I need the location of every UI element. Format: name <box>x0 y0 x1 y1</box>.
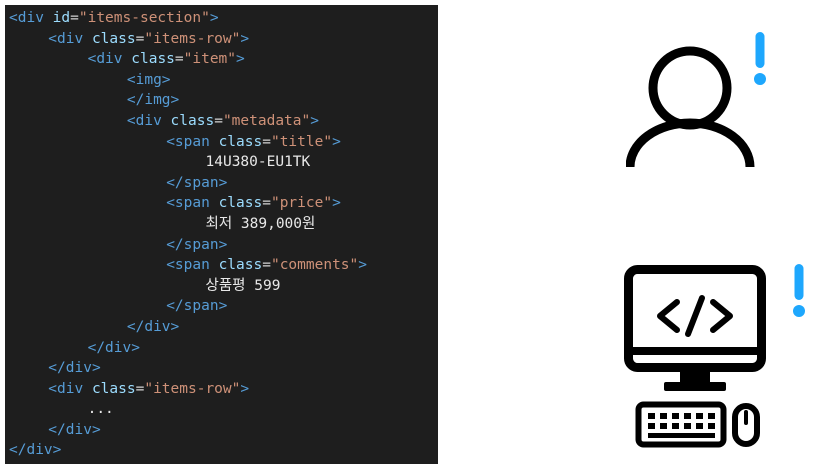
code-token-tag: <div <box>48 380 84 397</box>
computer-code-icon <box>624 265 766 448</box>
code-token-attr: class <box>91 30 136 47</box>
code-line: <div class="items-row"> <box>5 379 438 400</box>
code-panel: <div id="items-section"> <div class="item… <box>5 5 438 464</box>
code-token-tag: </img> <box>126 92 180 109</box>
code-line: <img> <box>5 70 438 91</box>
code-line: ... <box>5 399 438 420</box>
code-token-tag: > <box>240 380 250 397</box>
code-line: 상품평 599 <box>5 276 438 297</box>
code-token-pun <box>210 134 219 150</box>
code-line: <div class="items-row"> <box>5 29 438 50</box>
code-token-str: "item" <box>183 51 237 68</box>
code-token-pun <box>83 31 92 47</box>
code-token-tag: > <box>236 51 245 68</box>
code-token-tag: </span> <box>166 174 228 191</box>
code-token-tag: > <box>332 195 341 212</box>
code-token-attr: class <box>218 195 263 212</box>
code-line: </div> <box>5 420 438 441</box>
code-token-pun <box>162 113 171 129</box>
code-line: <div class="metadata"> <box>5 111 438 132</box>
code-line: </img> <box>5 90 438 111</box>
code-token-tag: </div> <box>87 339 140 356</box>
code-token-txt: 상품평 599 <box>205 277 281 294</box>
code-token-pun: = <box>262 257 271 274</box>
code-token-str: "items-row" <box>144 380 241 397</box>
code-token-tag: <span <box>166 257 210 274</box>
code-line: <div class="item"> <box>5 49 438 70</box>
code-token-attr: class <box>218 133 263 150</box>
code-token-tag: <div <box>48 30 84 47</box>
code-token-tag: </div> <box>126 318 180 335</box>
code-token-pun <box>83 381 92 397</box>
code-token-tag: <div <box>9 10 44 26</box>
code-token-txt: 최저 389,000원 <box>205 215 316 232</box>
code-token-pun <box>44 10 53 26</box>
code-token-pun: = <box>214 112 223 129</box>
code-line: </span> <box>5 173 438 194</box>
code-line: </div> <box>5 317 438 338</box>
code-token-str: "comments" <box>270 257 359 274</box>
code-token-attr: class <box>170 112 215 129</box>
code-token-pun: = <box>70 10 79 26</box>
code-token-txt: ... <box>87 401 114 418</box>
code-token-tag: > <box>332 133 341 150</box>
code-token-pun: = <box>262 195 271 212</box>
code-token-attr: id <box>52 10 71 26</box>
code-token-tag: <div <box>126 112 162 129</box>
user-icon <box>626 46 755 168</box>
code-token-str: "items-section" <box>78 10 210 26</box>
code-token-tag: </span> <box>166 236 228 253</box>
code-line: <span class="comments"> <box>5 255 438 276</box>
code-line: 최저 389,000원 <box>5 214 438 235</box>
code-token-txt: 14U380-EU1TK <box>205 154 311 171</box>
code-token-pun: = <box>262 133 271 150</box>
code-token-tag: <div <box>87 51 123 68</box>
code-line: <span class="price"> <box>5 193 438 214</box>
code-token-tag: </span> <box>166 298 228 315</box>
code-line: 14U380-EU1TK <box>5 152 438 173</box>
code-token-str: "items-row" <box>144 30 241 47</box>
code-token-pun <box>123 51 132 67</box>
code-token-tag: <img> <box>126 71 171 88</box>
code-line: </div> <box>5 358 438 379</box>
code-line: </div> <box>5 338 438 359</box>
code-line: </span> <box>5 296 438 317</box>
code-line: </span> <box>5 235 438 256</box>
exclamation-icon <box>793 264 805 317</box>
code-line: </div> <box>5 440 438 461</box>
code-token-tag: > <box>240 30 250 47</box>
code-token-tag: <span <box>166 133 210 150</box>
code-token-attr: class <box>131 51 175 68</box>
code-token-str: "metadata" <box>222 112 311 129</box>
code-token-attr: class <box>218 257 263 274</box>
code-line: <span class="title"> <box>5 132 438 153</box>
code-token-pun <box>210 257 219 273</box>
code-token-tag: > <box>310 112 319 129</box>
code-token-tag: <span <box>166 195 210 212</box>
code-token-tag: </div> <box>48 360 101 377</box>
code-token-str: "title" <box>270 133 333 150</box>
code-token-pun: = <box>174 51 184 68</box>
code-line: <div id="items-section"> <box>5 8 438 29</box>
code-token-tag: > <box>209 10 219 26</box>
code-token-tag: </div> <box>9 442 62 459</box>
code-token-attr: class <box>91 380 136 397</box>
code-token-pun <box>210 195 219 211</box>
code-token-tag: > <box>358 257 368 274</box>
exclamation-icon <box>754 32 766 85</box>
code-token-tag: </div> <box>48 421 101 438</box>
code-token-str: "price" <box>270 195 333 212</box>
